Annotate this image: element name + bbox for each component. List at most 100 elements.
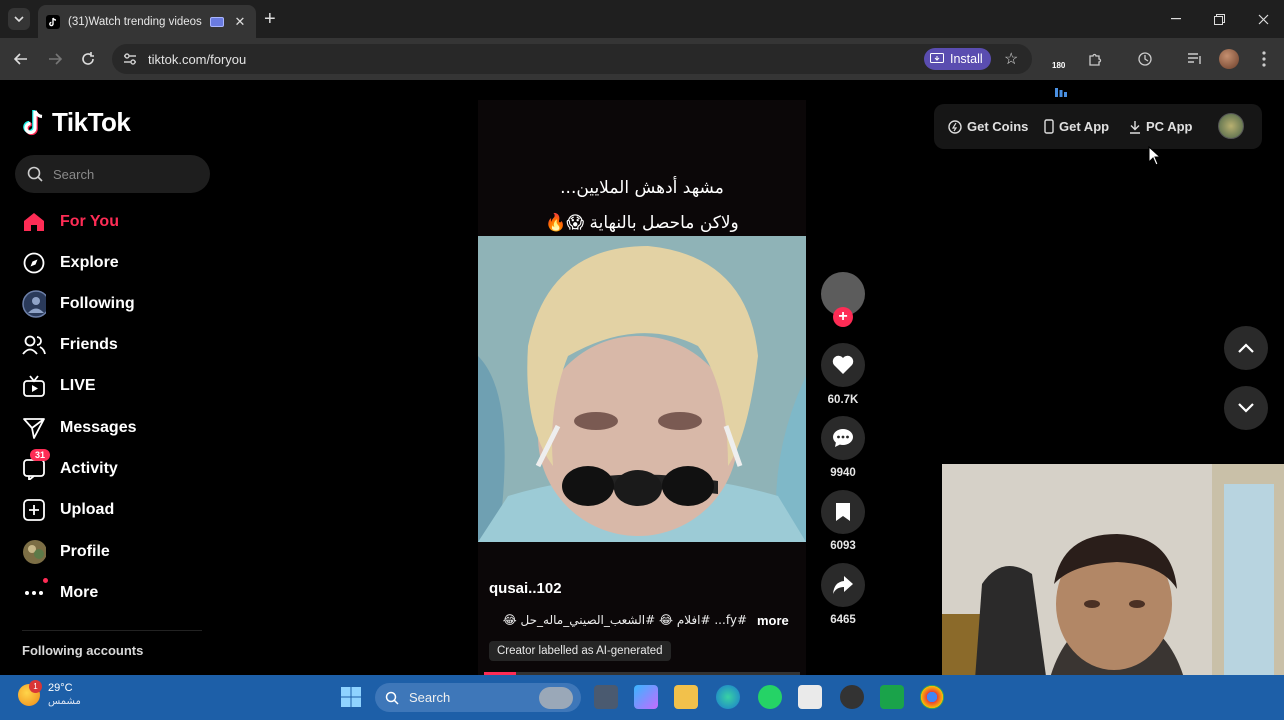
address-bar[interactable]: tiktok.com/foryou Install ☆: [112, 44, 1032, 74]
get-app-label: Get App: [1059, 119, 1110, 134]
sidebar-item-activity[interactable]: 31 Activity: [22, 449, 118, 484]
tab-title: (31)Watch trending videos f: [68, 15, 202, 28]
phone-icon: [1044, 119, 1054, 134]
video-caption-line-2: ولاكن ماحصل بالنهاية 😱🔥: [545, 213, 739, 233]
sidebar-item-upload[interactable]: Upload: [22, 495, 114, 525]
store-icon[interactable]: [798, 685, 822, 709]
browser-tab-bar: (31)Watch trending videos f ✕ +: [0, 0, 1284, 38]
history-icon[interactable]: [1135, 49, 1155, 69]
video-frame-image[interactable]: [478, 236, 806, 542]
editor-app-icon[interactable]: [880, 685, 904, 709]
site-settings-icon[interactable]: [122, 51, 138, 67]
share-button[interactable]: [821, 563, 865, 607]
chrome-icon[interactable]: [920, 685, 944, 709]
description-more-link[interactable]: more: [757, 613, 789, 628]
sidebar-item-label: More: [60, 584, 99, 601]
more-dots-icon: [22, 578, 48, 605]
task-view-icon[interactable]: [594, 685, 618, 709]
browser-toolbar: tiktok.com/foryou Install ☆ 180: [0, 38, 1284, 97]
install-label: Install: [950, 52, 983, 66]
save-count: 6093: [830, 540, 856, 552]
comment-count: 9940: [830, 467, 856, 479]
search-input[interactable]: Search: [15, 155, 210, 193]
sidebar-item-messages[interactable]: Messages: [22, 413, 137, 443]
reload-icon[interactable]: [77, 48, 99, 70]
sun-icon: 1: [18, 680, 42, 706]
live-tv-icon: [22, 374, 46, 398]
sidebar-item-for-you[interactable]: For You: [22, 207, 119, 237]
sidebar-item-label: For You: [60, 213, 119, 230]
weather-badge: 1: [29, 680, 42, 693]
media-queue-icon[interactable]: [1185, 49, 1205, 69]
sidebar-item-label: Messages: [60, 419, 137, 436]
profile-avatar[interactable]: [1219, 49, 1239, 69]
close-window-icon[interactable]: [1252, 8, 1274, 30]
kebab-menu-icon[interactable]: [1254, 49, 1274, 69]
search-placeholder: Search: [53, 166, 95, 182]
edge-browser-icon[interactable]: [716, 685, 740, 709]
tab-search-button[interactable]: [8, 8, 30, 30]
sidebar-item-label: Explore: [60, 254, 119, 271]
user-avatar[interactable]: [1218, 113, 1244, 139]
windows-start-icon[interactable]: [340, 686, 362, 708]
sidebar-item-explore[interactable]: Explore: [22, 248, 119, 278]
sidebar-item-label: Activity: [60, 460, 118, 477]
previous-video-button[interactable]: [1224, 326, 1268, 370]
save-button[interactable]: [821, 490, 865, 534]
sidebar-item-label: Friends: [60, 336, 118, 353]
profile-avatar-icon: [22, 540, 46, 564]
chevron-up-icon: [1238, 343, 1254, 353]
sidebar-item-following[interactable]: Following: [22, 289, 135, 319]
uploader-username[interactable]: qusai..102: [489, 580, 562, 597]
extension-badge-count: 180: [1052, 61, 1066, 70]
heart-icon: [832, 355, 854, 374]
comment-button[interactable]: [821, 416, 865, 460]
tiktok-logo[interactable]: TikTok: [22, 107, 131, 138]
sidebar-item-more[interactable]: More: [22, 578, 98, 608]
whatsapp-icon[interactable]: [758, 685, 782, 709]
url-text[interactable]: tiktok.com/foryou: [148, 52, 246, 67]
sidebar-item-friends[interactable]: Friends: [22, 330, 118, 360]
file-explorer-icon[interactable]: [674, 685, 698, 709]
like-button[interactable]: [821, 343, 865, 387]
home-icon: [22, 210, 46, 234]
install-app-button[interactable]: Install: [924, 48, 991, 70]
following-accounts-heading: Following accounts: [22, 643, 144, 658]
follow-plus-icon[interactable]: +: [833, 307, 853, 327]
sidebar-item-label: Upload: [60, 501, 115, 518]
restore-icon[interactable]: [1208, 8, 1230, 30]
next-video-button[interactable]: [1224, 386, 1268, 430]
mouse-cursor-icon: [1148, 146, 1162, 166]
weather-widget[interactable]: 1 29°C مشمس: [18, 680, 81, 708]
taskbar-search[interactable]: Search: [375, 683, 581, 712]
copilot-icon[interactable]: [634, 685, 658, 709]
get-app-button[interactable]: Get App: [1044, 119, 1109, 134]
bookmark-star-icon[interactable]: ☆: [1004, 49, 1018, 69]
weather-description: مشمس: [48, 696, 81, 707]
extensions-puzzle-icon[interactable]: [1085, 49, 1105, 69]
back-arrow-icon[interactable]: [10, 48, 32, 70]
download-icon: [1130, 120, 1140, 134]
brand-name: TikTok: [52, 107, 131, 137]
activity-badge: 31: [30, 449, 51, 461]
pc-app-button[interactable]: PC App: [1129, 119, 1192, 134]
sidebar-item-live[interactable]: LIVE: [22, 371, 96, 401]
sidebar-item-label: Profile: [60, 543, 110, 560]
sidebar-divider: [22, 630, 202, 631]
chevron-down-icon: [1238, 403, 1254, 413]
get-coins-button[interactable]: Get Coins: [948, 119, 1028, 134]
tab-close-icon[interactable]: ✕: [232, 14, 248, 30]
video-description: #fy... #افلام 😂 #الشعب_الصيني_ماله_حل 😂: [502, 613, 747, 627]
video-caption-line-1: مشهد أدهش الملايين...: [560, 178, 724, 198]
temperature: 29°C: [48, 682, 73, 694]
sidebar-item-profile[interactable]: Profile: [22, 537, 110, 567]
new-tab-button[interactable]: +: [264, 9, 276, 29]
activity-icon: 31: [22, 449, 51, 481]
minimize-icon[interactable]: [1165, 8, 1187, 30]
active-tab[interactable]: (31)Watch trending videos f ✕: [38, 5, 256, 38]
sidebar-item-label: Following: [60, 295, 135, 312]
comment-icon: [833, 429, 853, 447]
install-icon: [930, 53, 944, 63]
app-icon[interactable]: [840, 685, 864, 709]
forward-arrow-icon[interactable]: [44, 48, 66, 70]
